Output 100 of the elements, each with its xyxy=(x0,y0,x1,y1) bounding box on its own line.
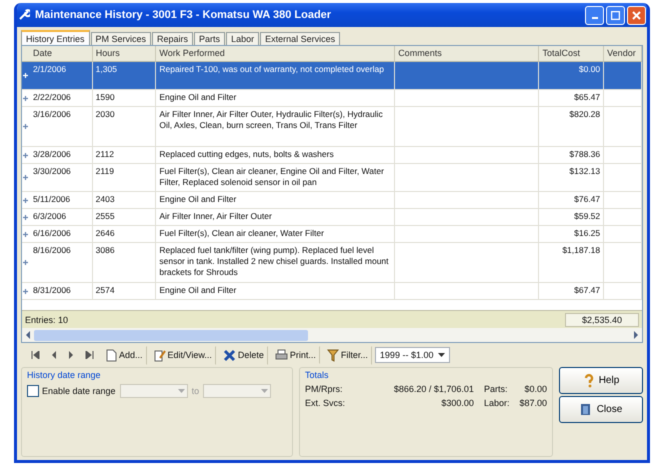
table-row[interactable]: 2/22/2006 1590 Engine Oil and Filter $65.47 xyxy=(22,90,642,107)
edit-button[interactable]: Edit/View... xyxy=(150,346,216,364)
expand-icon[interactable] xyxy=(22,94,30,102)
tab[interactable]: External Services xyxy=(260,32,340,45)
table-cell: 3086 xyxy=(92,243,156,282)
tab[interactable]: Labor xyxy=(226,32,260,45)
tab[interactable]: PM Services xyxy=(90,32,152,45)
table-cell: $16.25 xyxy=(539,226,604,242)
table-cell: $0.00 xyxy=(539,62,604,89)
table-cell: 3/30/2006 xyxy=(30,164,93,191)
table-row[interactable]: 3/30/2006 2119 Fuel Filter(s), Clean air cleaner, Engine Oil and Filter, Water Filter, Replaced solenoid sensor in oil pan $132.13 xyxy=(22,164,642,192)
table-cell: $59.52 xyxy=(539,209,604,225)
expand-icon[interactable] xyxy=(22,196,30,204)
table-cell: 2/1/2006 xyxy=(30,62,93,89)
print-button[interactable]: Print... xyxy=(270,346,320,364)
close-button[interactable]: Close xyxy=(559,396,643,423)
column-header[interactable]: Hours xyxy=(92,46,156,61)
column-header[interactable]: Comments xyxy=(395,46,540,61)
filter-button[interactable]: Filter... xyxy=(322,346,372,364)
table-cell: 2112 xyxy=(92,147,156,163)
question-icon xyxy=(582,374,595,388)
table-cell: $788.36 xyxy=(539,147,604,163)
right-arrow-icon[interactable] xyxy=(633,331,639,339)
table-cell: 2/22/2006 xyxy=(30,90,93,106)
entry-count: Entries: 10 xyxy=(25,314,68,324)
maximize-button[interactable] xyxy=(606,6,625,24)
expand-icon[interactable] xyxy=(22,288,30,294)
table-cell: 2646 xyxy=(92,226,156,242)
table-cell: Engine Oil and Filter xyxy=(156,90,396,106)
delete-icon xyxy=(222,348,236,362)
left-arrow-icon[interactable] xyxy=(25,331,31,339)
expand-icon[interactable] xyxy=(22,152,30,158)
table-cell: Fuel Filter(s), Clean air cleaner, Water Filter xyxy=(156,226,396,242)
next-icon xyxy=(68,351,74,359)
table-row[interactable]: 3/28/2006 2112 Replaced cutting edges, nuts, bolts & washers $788.36 xyxy=(22,147,642,164)
previous-icon xyxy=(51,351,57,359)
help-button[interactable]: Help xyxy=(559,367,643,394)
table-row[interactable]: 8/16/2006 3086 Replaced fuel tank/filter (wing pump). Replaced fuel level sensor in tank. Installed 2 new chisel guards. Installed mount brackets for Shrouds $1,187.18 xyxy=(22,243,642,283)
group-title: History date range xyxy=(27,370,102,380)
table-cell: Fuel Filter(s), Clean air cleaner, Engine Oil and Filter, Water Filter, Replaced solenoid sensor in oil pan xyxy=(156,164,396,191)
table-cell: Replaced fuel tank/filter (wing pump). Replaced fuel level sensor in tank. Installed 2 new chisel guards. Installed mount brackets for Shrouds xyxy=(156,243,396,282)
caret-icon xyxy=(261,389,268,393)
table-row[interactable]: 2/1/2006 1,305 Repaired T-100, was out of warranty, not completed overlap $0.00 xyxy=(22,62,642,90)
door-icon xyxy=(580,403,593,416)
total-cost: $2,535.40 xyxy=(564,312,639,326)
horizontal-scrollbar[interactable] xyxy=(22,328,642,342)
table-cell: Air Filter Inner, Air Filter Outer xyxy=(156,209,396,225)
table-cell: Engine Oil and Filter xyxy=(156,283,396,299)
table-row[interactable]: 6/3/2006 2555 Air Filter Inner, Air Filter Outer $59.52 xyxy=(22,209,642,226)
tab[interactable]: Repairs xyxy=(152,32,194,45)
table-cell: 2119 xyxy=(92,164,156,191)
table-cell: 6/3/2006 xyxy=(30,209,93,225)
add-button[interactable]: Add... xyxy=(101,346,147,364)
total-value: $0.00 xyxy=(523,384,547,394)
expand-icon[interactable] xyxy=(22,214,30,220)
scroll-thumb[interactable] xyxy=(34,330,308,340)
total-label: Ext. Svcs: xyxy=(305,398,346,408)
total-value: $87.00 xyxy=(519,398,547,408)
filter-dropdown[interactable]: 1999 -- $1.00 xyxy=(374,347,450,363)
last-icon xyxy=(85,351,94,359)
table-cell: 1590 xyxy=(92,90,156,106)
table-cell: $65.47 xyxy=(539,90,604,106)
table-cell: 1,305 xyxy=(92,62,156,89)
tab[interactable]: History Entries xyxy=(21,30,90,45)
tab[interactable]: Parts xyxy=(194,32,226,45)
to-label: to xyxy=(192,386,200,396)
table-cell: 3/28/2006 xyxy=(30,147,93,163)
table-row[interactable]: 5/11/2006 2403 Engine Oil and Filter $76.47 xyxy=(22,192,642,209)
delete-button[interactable]: Delete xyxy=(218,346,268,364)
table-cell: $132.13 xyxy=(539,164,604,191)
close-button[interactable] xyxy=(627,6,646,24)
table-cell: 2574 xyxy=(92,283,156,299)
table-cell: $67.47 xyxy=(539,283,604,299)
expand-icon[interactable] xyxy=(22,123,30,130)
column-header[interactable]: Vendor xyxy=(604,46,642,61)
minimize-icon xyxy=(592,17,598,19)
table-cell: 2555 xyxy=(92,209,156,225)
column-header[interactable]: Work Performed xyxy=(156,46,396,61)
expand-icon[interactable] xyxy=(22,230,30,238)
table-cell: Replaced cutting edges, nuts, bolts & washers xyxy=(156,147,396,163)
minimize-button[interactable] xyxy=(585,6,604,24)
table-cell: 3/16/2006 xyxy=(30,107,93,146)
table-row[interactable]: 3/16/2006 2030 Air Filter Inner, Air Filter Outer, Hydraulic Filter(s), Hydraulic Oil, Axles, Clean, burn screen, Trans Oil, Trans Filter $820.28 xyxy=(22,107,642,147)
table-row[interactable]: 6/16/2006 2646 Fuel Filter(s), Clean air cleaner, Water Filter $16.25 xyxy=(22,226,642,243)
group-title: Totals xyxy=(305,370,330,380)
column-header[interactable]: TotalCost xyxy=(539,46,604,61)
total-label: Parts: xyxy=(484,384,508,394)
total-label: PM/Rprs: xyxy=(305,384,344,394)
expand-icon[interactable] xyxy=(22,174,30,181)
end-date-field[interactable] xyxy=(203,384,272,398)
table-cell: $820.28 xyxy=(539,107,604,146)
pencil-page-icon xyxy=(154,348,166,362)
table-cell: Air Filter Inner, Air Filter Outer, Hydraulic Filter(s), Hydraulic Oil, Axles, Clean, burn screen, Trans Oil, Trans Filter xyxy=(156,107,396,146)
close-icon xyxy=(632,10,641,20)
table-row[interactable]: 8/31/2006 2574 Engine Oil and Filter $67.47 xyxy=(22,283,642,300)
column-header[interactable]: Date xyxy=(30,46,93,61)
expand-icon[interactable] xyxy=(22,259,30,266)
page-icon xyxy=(105,348,117,362)
table-cell: 2030 xyxy=(92,107,156,146)
first-icon xyxy=(31,351,40,359)
